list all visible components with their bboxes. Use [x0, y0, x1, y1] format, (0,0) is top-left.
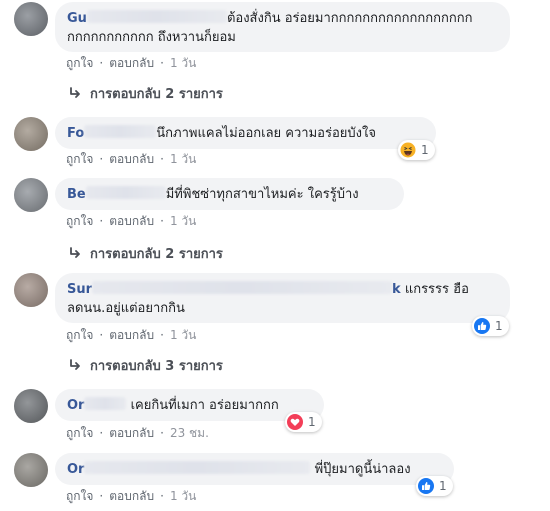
commenter-name[interactable]: Fo [67, 126, 84, 141]
comment-bubble: Or เคยกินที่เมกา อร่อยมากกก [55, 389, 324, 421]
reaction-badge[interactable]: 1 [416, 476, 453, 496]
commenter-name[interactable]: Be [67, 187, 86, 202]
separator: · [160, 328, 164, 342]
timestamp[interactable]: 1 วัน [170, 56, 196, 70]
separator: · [99, 489, 104, 503]
reply-link[interactable]: ตอบกลับ [109, 56, 154, 70]
reply-link[interactable]: ตอบกลับ [109, 489, 154, 503]
separator: · [160, 152, 164, 166]
comment-actions: ถูกใจ · ตอบกลับ · 1 วัน [66, 213, 196, 229]
like-link[interactable]: ถูกใจ [66, 56, 93, 70]
commenter-name-tail: k [392, 282, 401, 297]
timestamp[interactable]: 1 วัน [170, 328, 196, 342]
reply-link[interactable]: ตอบกลับ [109, 426, 154, 440]
view-replies-link[interactable]: การตอบกลับ 2 รายการ [68, 246, 223, 264]
replies-count-label[interactable]: การตอบกลับ 3 รายการ [90, 359, 223, 374]
comment-bubble: Sur k แกรรรร ฮือ ลดนน.อยู่แต่อยากกิน [55, 273, 510, 323]
comment-actions: ถูกใจ · ตอบกลับ · 1 วัน [66, 55, 196, 71]
reply-link[interactable]: ตอบกลับ [109, 328, 154, 342]
like-link[interactable]: ถูกใจ [66, 152, 93, 166]
redacted-name [84, 125, 157, 138]
like-link[interactable]: ถูกใจ [66, 489, 93, 503]
comment-bubble: Fo นึกภาพแคลไม่ออกเลย ความอร่อยบังใจ [55, 117, 436, 149]
redacted-name [84, 397, 127, 410]
comment-text-continued: กกกกกกกกกกก ถึงหวานก็ยอม [67, 30, 236, 45]
comment-text: ต้องสั่งกิน อร่อยมากกกกกกกกกกกกกกกกกก [226, 11, 473, 26]
view-replies-link[interactable]: การตอบกลับ 3 รายการ [68, 358, 223, 376]
reaction-count: 1 [439, 479, 447, 493]
reaction-count: 1 [495, 319, 503, 333]
comment-actions: ถูกใจ · ตอบกลับ · 1 วัน [66, 151, 196, 167]
comment-actions: ถูกใจ · ตอบกลับ · 1 วัน [66, 327, 196, 343]
separator: · [99, 426, 104, 440]
separator: · [99, 56, 104, 70]
reaction-badge[interactable]: 1 [472, 316, 509, 336]
replies-count-label[interactable]: การตอบกลับ 2 รายการ [90, 87, 223, 102]
timestamp[interactable]: 1 วัน [170, 214, 196, 228]
haha-emoji-icon [400, 142, 416, 158]
love-heart-icon [287, 414, 303, 430]
view-replies-link[interactable]: การตอบกลับ 2 รายการ [68, 86, 223, 104]
reply-arrow-icon [70, 87, 80, 98]
separator: · [99, 328, 104, 342]
comment-bubble: Gu ต้องสั่งกิน อร่อยมากกกกกกกกกกกกกกกกกก … [55, 2, 510, 52]
commenter-name[interactable]: Or [67, 462, 84, 477]
avatar[interactable] [14, 453, 48, 487]
avatar[interactable] [14, 273, 48, 307]
separator: · [160, 489, 164, 503]
reply-arrow-icon [70, 247, 80, 258]
redacted-name [86, 10, 227, 23]
avatar[interactable] [14, 117, 48, 151]
redacted-name [84, 461, 311, 474]
reaction-badge[interactable]: 1 [285, 412, 322, 432]
commenter-name[interactable]: Sur [67, 282, 92, 297]
avatar[interactable] [14, 178, 48, 212]
like-thumb-icon [474, 318, 490, 334]
comment-text: มีที่พิชซ่าทุกสาขาไหมค่ะ ใครรู้บ้าง [165, 187, 359, 202]
like-thumb-icon [418, 478, 434, 494]
redacted-name [92, 281, 393, 294]
avatar[interactable] [14, 389, 48, 423]
reaction-count: 1 [308, 415, 316, 429]
replies-count-label[interactable]: การตอบกลับ 2 รายการ [90, 247, 223, 262]
comment-thread: Gu ต้องสั่งกิน อร่อยมากกกกกกกกกกกกกกกกกก … [0, 0, 550, 511]
timestamp[interactable]: 23 ชม. [170, 426, 209, 440]
redacted-name [85, 186, 166, 199]
timestamp[interactable]: 1 วัน [170, 489, 196, 503]
comment-text: พี่ปุ๊ยมาดูนี้น่าลอง [314, 462, 411, 477]
comment-text: นึกภาพแคลไม่ออกเลย ความอร่อยบังใจ [156, 126, 376, 141]
comment-text-continued: ลดนน.อยู่แต่อยากกิน [67, 301, 185, 316]
like-link[interactable]: ถูกใจ [66, 426, 93, 440]
comment-text: แกรรรร ฮือ [404, 282, 469, 297]
separator: · [160, 56, 164, 70]
reply-arrow-icon [70, 359, 80, 370]
comment-actions: ถูกใจ · ตอบกลับ · 1 วัน [66, 488, 196, 504]
reply-link[interactable]: ตอบกลับ [109, 152, 154, 166]
comment-actions: ถูกใจ · ตอบกลับ · 23 ชม. [66, 425, 209, 441]
reaction-badge[interactable]: 1 [398, 140, 435, 160]
reaction-count: 1 [421, 143, 429, 157]
separator: · [160, 426, 164, 440]
avatar[interactable] [14, 2, 48, 36]
comment-bubble: Or พี่ปุ๊ยมาดูนี้น่าลอง [55, 453, 454, 485]
reply-link[interactable]: ตอบกลับ [109, 214, 154, 228]
timestamp[interactable]: 1 วัน [170, 152, 196, 166]
like-link[interactable]: ถูกใจ [66, 214, 93, 228]
like-link[interactable]: ถูกใจ [66, 328, 93, 342]
comment-bubble: Be มีที่พิชซ่าทุกสาขาไหมค่ะ ใครรู้บ้าง [55, 178, 404, 210]
separator: · [160, 214, 164, 228]
commenter-name[interactable]: Gu [67, 11, 87, 26]
commenter-name[interactable]: Or [67, 398, 84, 413]
comment-text: เคยกินที่เมกา อร่อยมากกก [130, 398, 279, 413]
separator: · [99, 214, 104, 228]
separator: · [99, 152, 104, 166]
